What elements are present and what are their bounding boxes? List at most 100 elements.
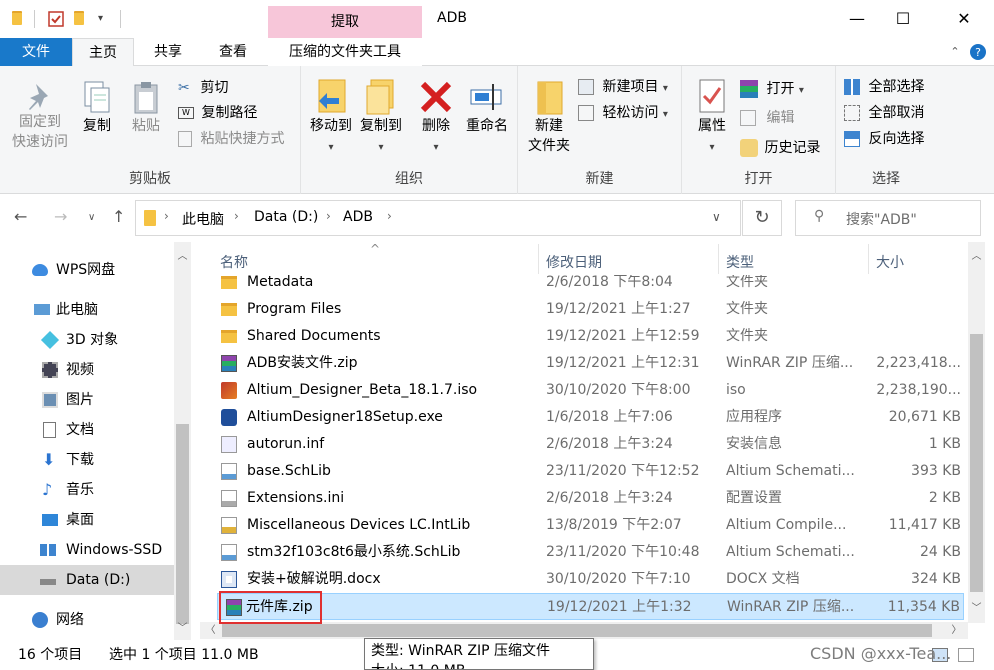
file-modified: 19/12/2021 上午1:27 xyxy=(546,301,691,317)
help-icon[interactable]: ? xyxy=(966,38,990,66)
breadcrumb-chevron-icon[interactable]: › xyxy=(326,209,331,223)
nav-item-wps-cloud[interactable]: WPS网盘 xyxy=(0,255,174,285)
recent-locations-chevron-icon[interactable]: ∨ xyxy=(88,212,95,223)
nav-item-videos[interactable]: 视频 xyxy=(0,355,174,385)
breadcrumb-chevron-icon[interactable]: › xyxy=(387,209,392,223)
invert-selection-button[interactable]: 反向选择 xyxy=(844,129,924,149)
column-header-name[interactable]: 名称 xyxy=(220,252,248,272)
table-row[interactable]: Program Files 19/12/2021 上午1:27 文件夹 xyxy=(217,296,964,323)
select-none-button[interactable]: 全部取消 xyxy=(844,103,924,123)
column-divider[interactable] xyxy=(538,244,539,274)
table-row[interactable]: stm32f103c8t6最小系统.SchLib 23/11/2020 下午10:… xyxy=(217,539,964,566)
new-folder-quick-icon[interactable] xyxy=(74,11,90,27)
new-folder-button[interactable]: 新建 文件夹 xyxy=(524,78,574,156)
scroll-left-arrow-icon[interactable]: 〈 xyxy=(202,622,219,639)
column-divider[interactable] xyxy=(868,244,869,274)
nav-item-downloads[interactable]: ⬇ 下载 xyxy=(0,445,174,475)
breadcrumb-this-pc[interactable]: 此电脑 xyxy=(182,209,224,229)
copy-button[interactable]: 复制 xyxy=(76,80,118,136)
select-all-button[interactable]: 全部选择 xyxy=(844,77,924,97)
column-divider[interactable] xyxy=(718,244,719,274)
nav-scrollbar[interactable]: ︿ ﹀ xyxy=(174,242,191,640)
table-row[interactable]: ADB安装文件.zip 19/12/2021 上午12:31 WinRAR ZIP … xyxy=(217,350,964,377)
rename-button[interactable]: 重命名 xyxy=(461,78,513,136)
column-header-size[interactable]: 大小 xyxy=(876,252,904,272)
properties-check-icon[interactable] xyxy=(48,11,64,27)
search-input[interactable]: ⚲ 搜索"ADB" xyxy=(795,200,981,236)
scroll-down-arrow-icon[interactable]: ﹀ xyxy=(174,620,191,637)
tab-file[interactable]: 文件 xyxy=(0,38,72,66)
table-row[interactable]: Miscellaneous Devices LC.IntLib 13/8/2019… xyxy=(217,512,964,539)
nav-item-data-drive[interactable]: Data (D:) xyxy=(0,565,174,595)
breadcrumb-chevron-icon[interactable]: › xyxy=(234,209,239,223)
list-scrollbar[interactable]: ︿ ﹀ xyxy=(968,242,985,623)
file-size: 324 KB xyxy=(911,571,961,587)
forward-arrow-icon[interactable]: → xyxy=(54,207,67,226)
nav-item-this-pc[interactable]: 此电脑 xyxy=(0,295,174,325)
history-button[interactable]: 历史记录 xyxy=(740,138,820,158)
edit-button[interactable]: 编辑 xyxy=(740,108,794,128)
breadcrumb-chevron-icon[interactable]: › xyxy=(164,209,169,223)
nav-item-desktop[interactable]: 桌面 xyxy=(0,505,174,535)
quick-access-dropdown-icon[interactable]: ▾ xyxy=(98,11,114,27)
nav-label: 视频 xyxy=(66,362,94,378)
address-bar[interactable]: › 此电脑 › Data (D:) › ADB › ∨ xyxy=(135,200,741,236)
table-row[interactable]: 元件库.zip 19/12/2021 上午1:32 WinRAR ZIP 压缩...… xyxy=(217,591,964,624)
table-row[interactable]: Altium_Designer_Beta_18.1.7.iso 30/10/202… xyxy=(217,377,964,404)
maximize-button[interactable]: ☐ xyxy=(880,8,926,32)
column-header-modified[interactable]: 修改日期 xyxy=(546,252,602,272)
table-row[interactable]: Extensions.ini 2/6/2018 上午3:24 配置设置 2 KB xyxy=(217,485,964,512)
paste-shortcut-button[interactable]: 粘贴快捷方式 xyxy=(178,129,284,149)
cut-button[interactable]: ✂ 剪切 xyxy=(178,78,228,98)
easy-access-button[interactable]: 轻松访问 ▾ xyxy=(578,103,668,125)
table-row[interactable]: Shared Documents 19/12/2021 上午12:59 文件夹 xyxy=(217,323,964,350)
list-horizontal-thumb[interactable] xyxy=(222,624,932,637)
nav-scrollbar-thumb[interactable] xyxy=(176,424,189,624)
collapse-ribbon-icon[interactable]: ⌃ xyxy=(944,38,966,66)
scroll-up-arrow-icon[interactable]: ︿ xyxy=(174,248,191,265)
nav-item-music[interactable]: ♪ 音乐 xyxy=(0,475,174,505)
paste-button[interactable]: 粘贴 xyxy=(124,80,168,136)
scroll-right-arrow-icon[interactable]: 〉 xyxy=(948,622,965,639)
table-row[interactable]: base.SchLib 23/11/2020 下午12:52 Altium Sche… xyxy=(217,458,964,485)
address-history-chevron-icon[interactable]: ∨ xyxy=(712,210,721,224)
table-row[interactable]: 安装+破解说明.docx 30/10/2020 下午7:10 DOCX 文档 324 … xyxy=(217,566,964,593)
tab-home[interactable]: 主页 xyxy=(72,38,134,67)
nav-item-network[interactable]: 网络 xyxy=(0,605,174,635)
open-button[interactable]: 打开 ▾ xyxy=(740,79,804,101)
delete-button[interactable]: 删除 ▾ xyxy=(415,78,457,158)
tab-view[interactable]: 查看 xyxy=(204,38,262,66)
nav-item-windows-ssd[interactable]: Windows-SSD xyxy=(0,535,174,565)
up-arrow-icon[interactable]: ↑ xyxy=(112,207,125,226)
large-icons-view-icon[interactable] xyxy=(958,648,974,662)
breadcrumb-adb[interactable]: ADB xyxy=(343,209,373,225)
close-button[interactable]: ✕ xyxy=(941,8,987,32)
list-horizontal-scrollbar[interactable]: 〈 〉 xyxy=(200,622,968,639)
copy-path-button[interactable]: W 复制路径 xyxy=(178,103,257,123)
pin-quick-access-button[interactable]: 固定到 快速访问 xyxy=(6,80,74,152)
table-row[interactable]: autorun.inf 2/6/2018 上午3:24 安装信息 1 KB xyxy=(217,431,964,458)
paste-shortcut-icon xyxy=(178,131,192,147)
tab-compressed-tools[interactable]: 压缩的文件夹工具 xyxy=(268,38,422,66)
breadcrumb-data-drive[interactable]: Data (D:) xyxy=(254,209,318,225)
paste-icon xyxy=(134,82,158,114)
list-scrollbar-thumb[interactable] xyxy=(970,334,983,592)
new-item-button[interactable]: 新建项目 ▾ xyxy=(578,77,668,99)
scroll-up-arrow-icon[interactable]: ︿ xyxy=(968,248,985,265)
table-row[interactable]: AltiumDesigner18Setup.exe 1/6/2018 上午7:06… xyxy=(217,404,964,431)
move-to-button[interactable]: 移动到 ▾ xyxy=(305,78,357,158)
properties-button[interactable]: 属性 ▾ xyxy=(692,78,732,158)
scroll-down-arrow-icon[interactable]: ﹀ xyxy=(968,600,985,617)
copy-to-button[interactable]: 复制到 ▾ xyxy=(355,78,407,158)
column-header-type[interactable]: 类型 xyxy=(726,252,754,272)
nav-item-pictures[interactable]: 图片 xyxy=(0,385,174,415)
minimize-button[interactable]: — xyxy=(834,8,880,32)
file-type: iso xyxy=(726,382,746,398)
context-tab-extract[interactable]: 提取 xyxy=(268,6,422,38)
nav-item-documents[interactable]: 文档 xyxy=(0,415,174,445)
refresh-icon[interactable]: ↻ xyxy=(742,200,782,236)
nav-item-3d-objects[interactable]: 3D 对象 xyxy=(0,325,174,355)
tab-share[interactable]: 共享 xyxy=(140,38,196,66)
file-size: 11,417 KB xyxy=(888,517,961,533)
back-arrow-icon[interactable]: ← xyxy=(14,207,27,226)
